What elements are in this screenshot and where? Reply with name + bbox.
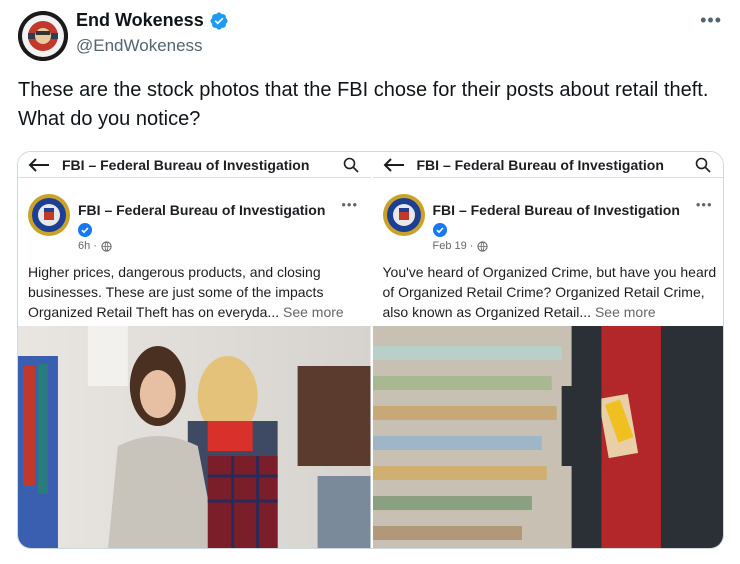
more-options-button[interactable]: ••• <box>700 10 722 31</box>
post-body: You've heard of Organized Crime, but hav… <box>383 262 723 322</box>
post-options-button[interactable]: ••• <box>696 197 713 212</box>
store-aisle-photo-image[interactable] <box>372 326 724 549</box>
search-icon[interactable] <box>695 157 711 173</box>
verified-badge-icon <box>78 223 92 237</box>
fbi-seal-icon[interactable] <box>382 194 425 236</box>
fb-top-bar: FBI – Federal Bureau of Investigation <box>18 152 371 178</box>
store-photo-image[interactable] <box>18 326 371 549</box>
verified-badge-icon <box>210 11 228 30</box>
post-body: Higher prices, dangerous products, and c… <box>28 262 368 322</box>
post-time: Feb 19 · <box>432 240 474 252</box>
post-text: Higher prices, dangerous products, and c… <box>28 264 324 320</box>
post-text: You've heard of Organized Crime, but hav… <box>382 264 717 320</box>
see-more-link[interactable]: See more <box>595 304 656 320</box>
tweet-header: End Wokeness @EndWokeness ••• <box>14 8 726 64</box>
media-grid[interactable]: FBI – Federal Bureau of Investigation FB… <box>17 151 724 549</box>
author-handle[interactable]: @EndWokeness <box>76 36 203 56</box>
see-more-link[interactable]: See more <box>283 304 344 320</box>
post-time: 6h · <box>78 240 97 252</box>
verified-badge-icon <box>432 223 447 237</box>
screenshot-left[interactable]: FBI – Federal Bureau of Investigation FB… <box>18 152 371 548</box>
back-arrow-icon[interactable] <box>383 157 405 172</box>
author-name[interactable]: End Wokeness <box>76 10 204 31</box>
page-name[interactable]: FBI – Federal Bureau of Investigation <box>433 202 680 218</box>
screenshot-right[interactable]: FBI – Federal Bureau of Investigation FB… <box>370 152 724 549</box>
fb-top-bar: FBI – Federal Bureau of Investigation <box>372 152 723 178</box>
back-arrow-icon[interactable] <box>28 157 50 172</box>
post-options-button[interactable]: ••• <box>341 197 358 212</box>
fbi-seal-icon[interactable] <box>28 194 70 236</box>
fb-bar-title: FBI – Federal Bureau of Investigation <box>62 156 310 173</box>
tweet-text: These are the stock photos that the FBI … <box>18 79 709 130</box>
post-header: FBI – Federal Bureau of Investigation 6h… <box>26 192 366 254</box>
globe-icon <box>101 240 112 252</box>
search-icon[interactable] <box>343 157 359 173</box>
post-header: FBI – Federal Bureau of Investigation Fe… <box>381 192 721 254</box>
page-name[interactable]: FBI – Federal Bureau of Investigation <box>78 202 325 218</box>
avatar[interactable] <box>18 11 68 61</box>
globe-icon <box>477 240 489 252</box>
fb-bar-title: FBI – Federal Bureau of Investigation <box>416 156 664 173</box>
